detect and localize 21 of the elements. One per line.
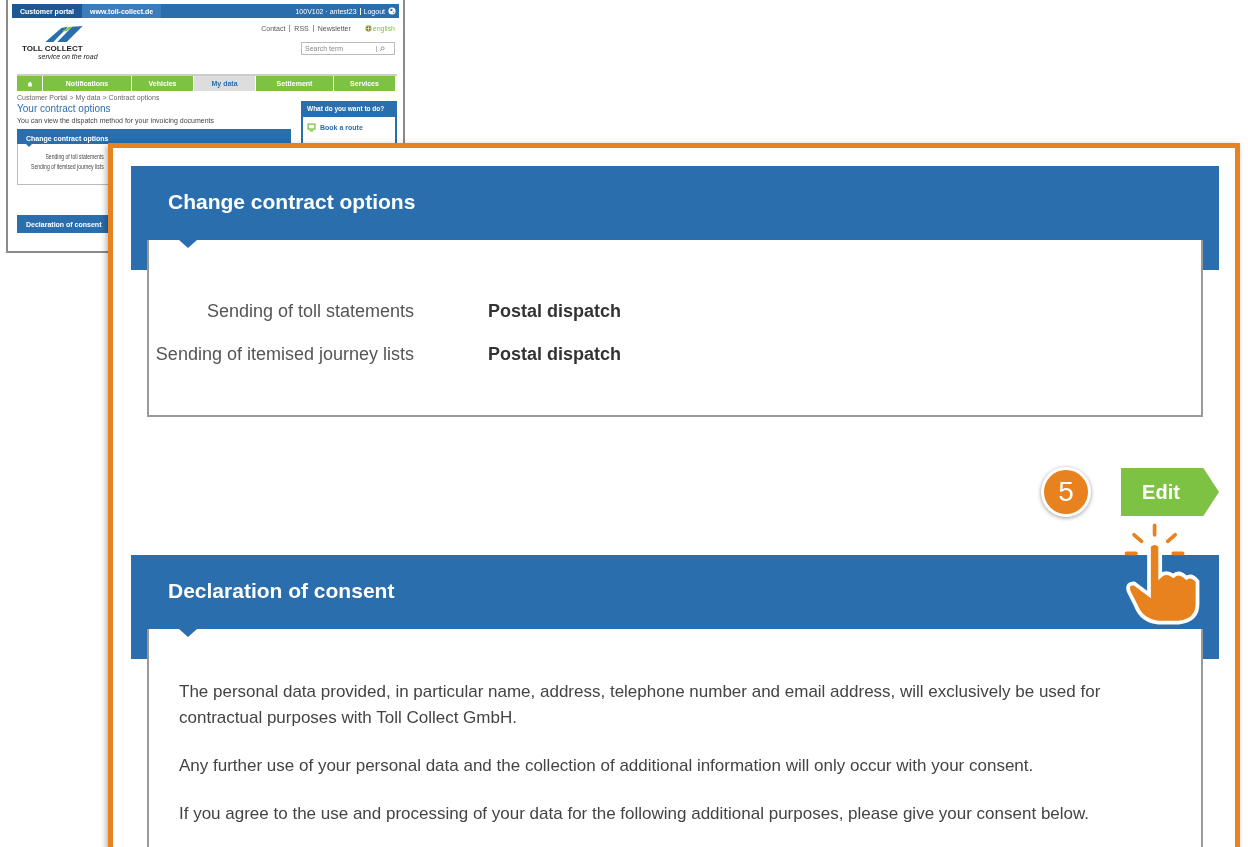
consent-paragraph: Any further use of your personal data and the collection of additional information will only occur with your consent. bbox=[179, 755, 1035, 777]
step-badge: 5 bbox=[1041, 467, 1091, 517]
section-title: Change contract options bbox=[168, 190, 416, 214]
section-title: Declaration of consent bbox=[168, 579, 395, 603]
home-icon bbox=[26, 80, 33, 87]
option-value: Postal dispatch bbox=[488, 344, 623, 365]
road-logo-icon bbox=[44, 26, 84, 42]
home-tab[interactable] bbox=[17, 76, 43, 91]
monitor-icon bbox=[307, 123, 316, 132]
pointer-notch bbox=[179, 240, 197, 248]
consent-paragraph: If you agree to the use and processing of your data for the following additional purposes, please give your consent below. bbox=[179, 803, 1091, 825]
flag-icon bbox=[364, 25, 372, 32]
option-label: Sending of itemised journey lists bbox=[154, 344, 414, 365]
search-icon[interactable] bbox=[376, 45, 387, 52]
option-value: Postal dispatch bbox=[488, 301, 623, 322]
consent-paragraph: The personal data provided, in particular name, address, telephone number and email address, will exclusively be used for contractual purposes with Toll Collect GmbH. bbox=[179, 681, 1102, 729]
page-title: Your contract options bbox=[17, 103, 112, 114]
globe-icon bbox=[388, 7, 396, 15]
logo-name: TOLL COLLECT bbox=[22, 44, 83, 53]
pointer-notch bbox=[179, 629, 197, 637]
option-label: Sending of toll statements bbox=[205, 301, 414, 322]
